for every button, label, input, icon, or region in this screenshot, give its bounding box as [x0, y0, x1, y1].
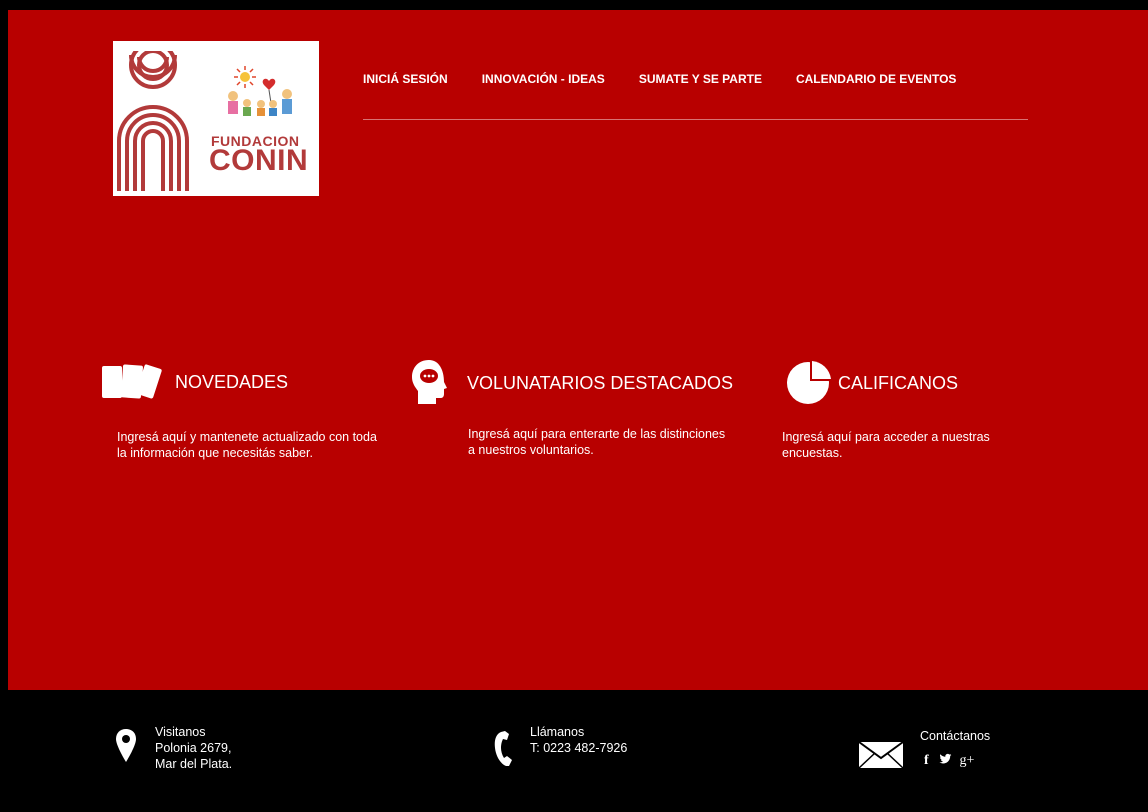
footer-call: Llámanos T: 0223 482-7926: [530, 724, 627, 756]
family-icon: [228, 89, 292, 116]
feature-description: Ingresá aquí para acceder a nuestras enc…: [782, 430, 990, 460]
google-plus-icon[interactable]: g+: [959, 753, 974, 768]
cards-icon: [102, 364, 162, 399]
contact-heading: Contáctanos: [920, 729, 991, 743]
feature-title: VOLUNATARIOS DESTACADOS: [467, 373, 734, 393]
sun-icon: [234, 66, 256, 88]
facebook-icon[interactable]: f: [924, 753, 929, 768]
footer-visit: Visitanos Polonia 2679, Mar del Plata.: [155, 724, 232, 772]
visit-heading: Visitanos: [155, 725, 206, 739]
nav-divider: [363, 119, 1028, 120]
pie-chart-icon: [787, 361, 831, 404]
social-links: f g+: [924, 751, 974, 769]
twitter-icon[interactable]: [939, 753, 952, 765]
visit-address: Polonia 2679,: [155, 741, 232, 755]
top-frame-bar: [0, 0, 1148, 10]
nav-item-innovacion-ideas[interactable]: INNOVACIÓN - IDEAS: [482, 72, 605, 86]
call-heading: Llámanos: [530, 725, 585, 739]
phone-icon: [494, 731, 512, 766]
head-chat-icon: [412, 360, 447, 404]
nav-item-sumate[interactable]: SUMATE Y SE PARTE: [639, 72, 762, 86]
location-pin-icon: [116, 729, 136, 762]
feature-title: NOVEDADES: [175, 372, 289, 392]
left-frame-bar: [0, 0, 8, 812]
call-phone[interactable]: T: 0223 482-7926: [530, 740, 627, 756]
envelope-icon[interactable]: [858, 741, 904, 769]
feature-title: CALIFICANOS: [838, 373, 959, 393]
nav-item-iniciar-sesion[interactable]: INICIÁ SESIÓN: [363, 72, 448, 86]
fundacion-conin-logo[interactable]: FUNDACION CONIN: [113, 41, 319, 196]
feature-description: Ingresá aquí para enterarte de las disti…: [468, 427, 726, 457]
visit-city: Mar del Plata.: [155, 757, 233, 771]
footer-contact: Contáctanos: [920, 728, 990, 744]
logo-text-conin: CONIN: [209, 144, 309, 177]
nav-item-calendario[interactable]: CALENDARIO DE EVENTOS: [796, 72, 956, 86]
feature-description: Ingresá aquí y mantenete actualizado con…: [117, 430, 377, 460]
main-nav: INICIÁ SESIÓN INNOVACIÓN - IDEAS SUMATE …: [363, 72, 990, 86]
